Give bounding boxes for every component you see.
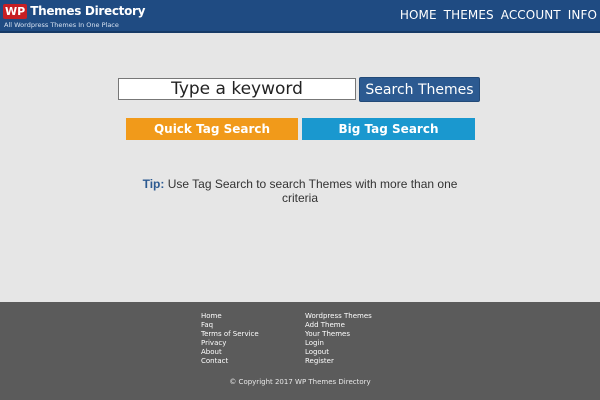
nav-info[interactable]: INFO bbox=[568, 8, 597, 22]
footer-link-terms[interactable]: Terms of Service bbox=[201, 330, 259, 339]
footer-link-login[interactable]: Login bbox=[305, 339, 372, 348]
logo-wp-badge: WP bbox=[3, 3, 28, 19]
site-logo[interactable]: WP Themes Directory All Wordpress Themes… bbox=[3, 2, 146, 30]
search-themes-button[interactable]: Search Themes bbox=[359, 77, 480, 102]
site-footer: Home Faq Terms of Service Privacy About … bbox=[0, 302, 600, 400]
site-header: WP Themes Directory All Wordpress Themes… bbox=[0, 0, 600, 33]
footer-link-home[interactable]: Home bbox=[201, 312, 259, 321]
copyright-text: © Copyright 2017 WP Themes Directory bbox=[229, 378, 371, 386]
footer-links-info: Home Faq Terms of Service Privacy About … bbox=[201, 312, 259, 366]
footer-link-logout[interactable]: Logout bbox=[305, 348, 372, 357]
footer-link-privacy[interactable]: Privacy bbox=[201, 339, 259, 348]
search-tip: Tip: Use Tag Search to search Themes wit… bbox=[140, 177, 460, 205]
nav-home[interactable]: HOME bbox=[400, 8, 437, 22]
nav-account[interactable]: ACCOUNT bbox=[501, 8, 561, 22]
footer-link-your-themes[interactable]: Your Themes bbox=[305, 330, 372, 339]
main-nav: HOME THEMES ACCOUNT INFO bbox=[400, 8, 597, 22]
footer-link-contact[interactable]: Contact bbox=[201, 357, 259, 366]
footer-link-about[interactable]: About bbox=[201, 348, 259, 357]
footer-link-faq[interactable]: Faq bbox=[201, 321, 259, 330]
footer-link-add-theme[interactable]: Add Theme bbox=[305, 321, 372, 330]
big-tag-search-button[interactable]: Big Tag Search bbox=[302, 118, 475, 140]
logo-tagline: All Wordpress Themes In One Place bbox=[4, 21, 119, 29]
footer-links-themes: Wordpress Themes Add Theme Your Themes L… bbox=[305, 312, 372, 366]
nav-themes[interactable]: THEMES bbox=[444, 8, 494, 22]
footer-link-wordpress-themes[interactable]: Wordpress Themes bbox=[305, 312, 372, 321]
tip-label: Tip: bbox=[142, 177, 165, 191]
footer-link-register[interactable]: Register bbox=[305, 357, 372, 366]
quick-tag-search-button[interactable]: Quick Tag Search bbox=[126, 118, 298, 140]
logo-name: Themes Directory bbox=[30, 4, 146, 18]
tip-text: Use Tag Search to search Themes with mor… bbox=[167, 177, 458, 205]
keyword-search-input[interactable] bbox=[118, 78, 356, 100]
logo-mark: WP Themes Directory bbox=[3, 2, 146, 20]
